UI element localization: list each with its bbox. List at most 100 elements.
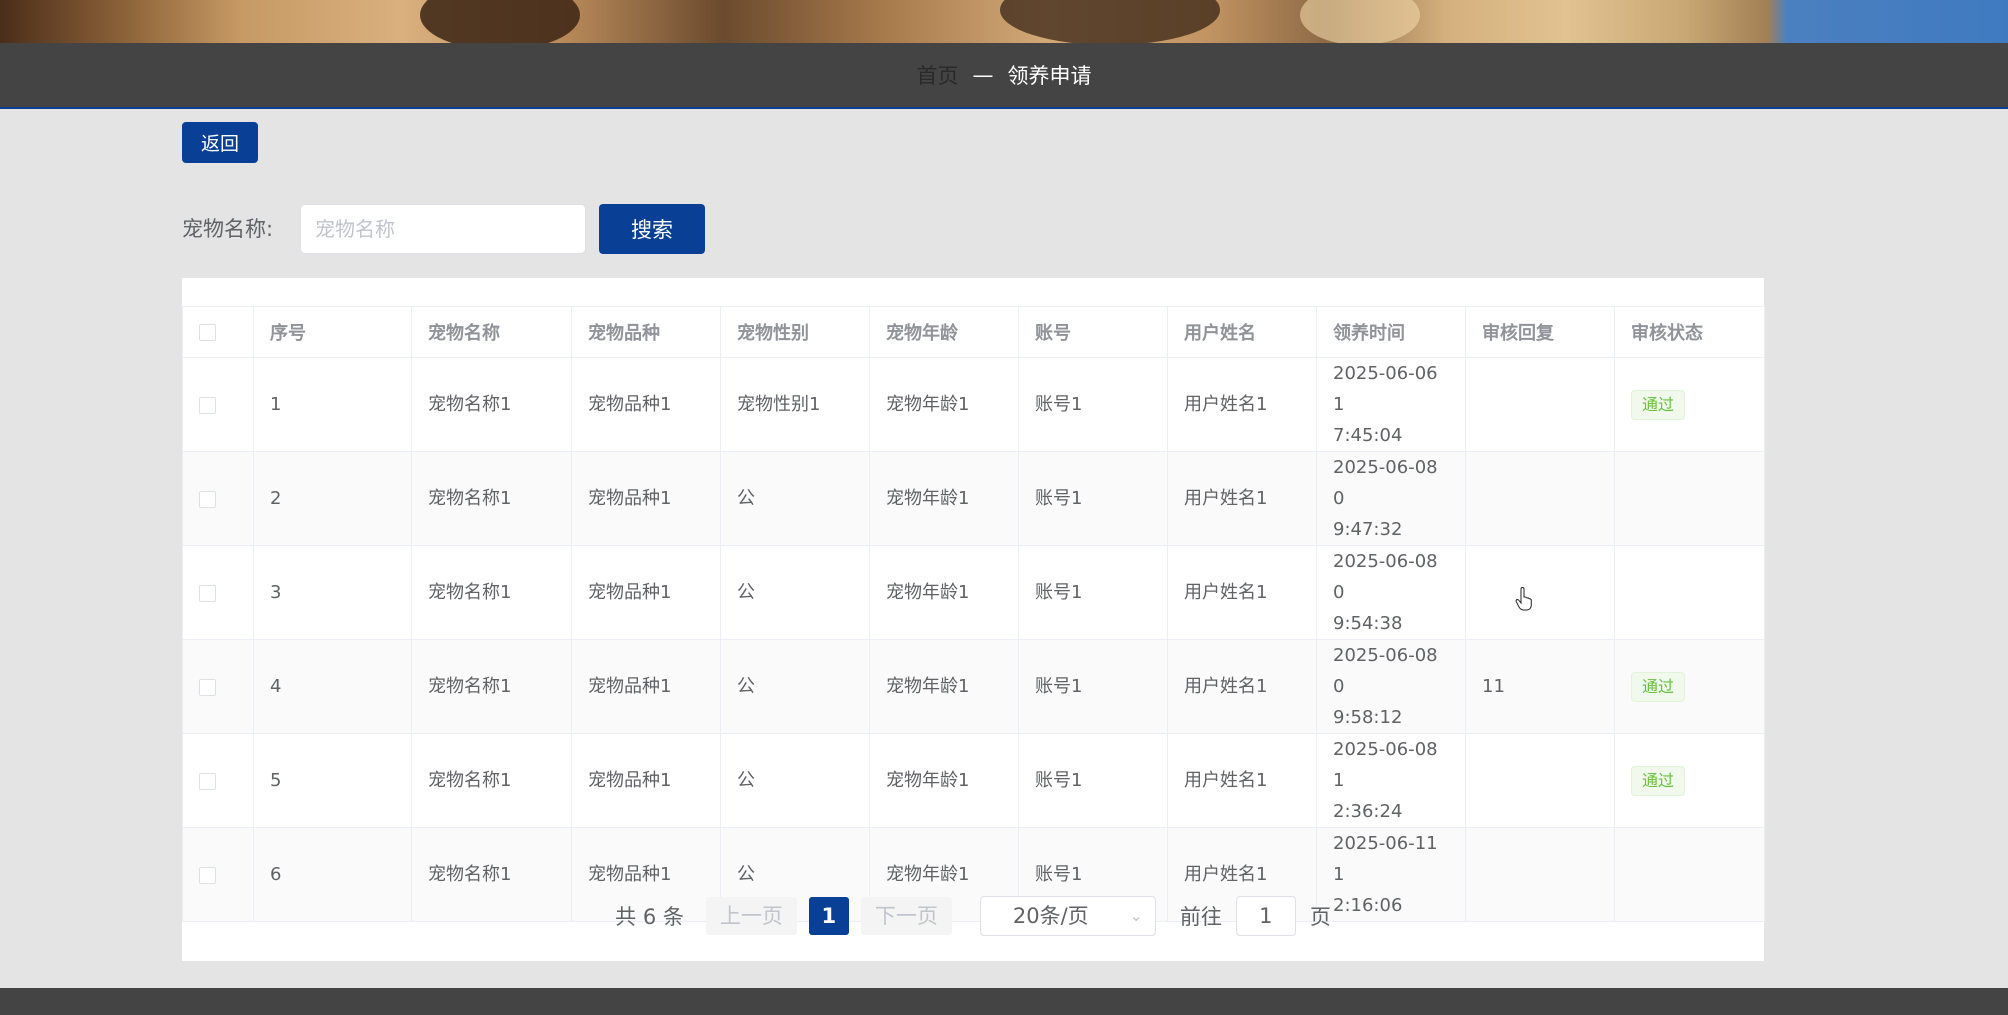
cell-review-status: 通过 (1614, 733, 1765, 828)
cell-index: 2 (253, 451, 412, 546)
cell-adoption-time: 2025-06-08 0 9:47:32 (1316, 451, 1466, 546)
adoption-table: 序号 宠物名称 宠物品种 宠物性别 宠物年龄 账号 用户姓名 领养时间 审核回复… (182, 306, 1765, 922)
cell-age: 宠物年龄1 (869, 545, 1019, 640)
cell-adoption-time: 2025-06-08 0 9:58:12 (1316, 639, 1466, 734)
header-gender: 宠物性别 (720, 306, 870, 358)
cell-adoption-time: 2025-06-06 1 7:45:04 (1316, 357, 1466, 452)
cell-gender: 公 (720, 733, 870, 828)
breadcrumb-home[interactable]: 首页 (917, 60, 959, 90)
prev-page-button[interactable]: 上一页 (705, 897, 797, 935)
cell-gender: 公 (720, 545, 870, 640)
cell-user-name: 用户姓名1 (1167, 733, 1317, 828)
search-button[interactable]: 搜索 (599, 204, 705, 254)
cell-review-reply (1465, 733, 1615, 828)
cell-age: 宠物年龄1 (869, 451, 1019, 546)
header-review-status: 审核状态 (1614, 306, 1765, 358)
breadcrumb-separator: — (972, 63, 994, 87)
select-all-checkbox[interactable] (199, 324, 216, 341)
row-checkbox[interactable] (199, 772, 216, 790)
cell-pet-name: 宠物名称1 (411, 357, 572, 452)
time-line-1: 2025-06-08 0 (1333, 645, 1438, 697)
cell-breed: 宠物品种1 (571, 733, 721, 828)
table-panel: 序号 宠物名称 宠物品种 宠物性别 宠物年龄 账号 用户姓名 领养时间 审核回复… (182, 278, 1765, 961)
breadcrumb-current: 领养申请 (1007, 64, 1092, 88)
cell-index: 5 (253, 733, 412, 828)
header-pet-name: 宠物名称 (411, 306, 572, 358)
cell-age: 宠物年龄1 (869, 357, 1019, 452)
cell-gender: 公 (720, 451, 870, 546)
cell-review-reply: 11 (1465, 639, 1615, 734)
page-suffix: 页 (1309, 905, 1331, 929)
header-age: 宠物年龄 (869, 306, 1019, 358)
cell-breed: 宠物品种1 (571, 639, 721, 734)
cell-pet-name: 宠物名称1 (411, 545, 572, 640)
table-row[interactable]: 5 宠物名称1 宠物品种1 公宠物年龄1 账号1 用户姓名1 2025-06-08 1 2:3… (182, 733, 1765, 828)
back-button[interactable]: 返回 (182, 122, 258, 163)
cell-breed: 宠物品种1 (571, 357, 721, 452)
time-line-1: 2025-06-06 1 (1333, 363, 1438, 415)
goto-label: 前往 (1179, 905, 1222, 929)
cell-pet-name: 宠物名称1 (411, 733, 572, 828)
cell-user-name: 用户姓名1 (1167, 639, 1317, 734)
table-row[interactable]: 1 宠物名称1 宠物品种1 宠物性别1 宠物年龄1 账号1 用户姓名1 2025-06-06 … (182, 357, 1765, 452)
table-row[interactable]: 4 宠物名称1 宠物品种1 公宠物年龄1 账号1 用户姓名1 2025-06-08 0 9:5… (182, 639, 1765, 734)
header-user-name: 用户姓名 (1167, 306, 1317, 358)
cell-gender: 公 (720, 639, 870, 734)
row-checkbox[interactable] (199, 584, 216, 602)
cell-user-name: 用户姓名1 (1167, 357, 1317, 452)
page-size-value: 20条/页 (1012, 904, 1089, 928)
row-select-cell[interactable] (182, 545, 254, 640)
breadcrumb-bar: 首页 — 领养申请 (0, 43, 2008, 109)
cell-review-status (1614, 545, 1765, 640)
time-line-1: 2025-06-08 0 (1333, 457, 1438, 509)
page-number-button[interactable]: 1 (808, 897, 849, 935)
pagination: 共 6 条 上一页 1 下一页 20条/页 ⌄ 前往 1 页 (182, 896, 1764, 936)
row-checkbox[interactable] (199, 490, 216, 508)
cell-adoption-time: 2025-06-08 1 2:36:24 (1316, 733, 1466, 828)
header-adoption-time: 领养时间 (1316, 306, 1466, 358)
row-select-cell[interactable] (182, 451, 254, 546)
time-line-2: 9:54:38 (1333, 613, 1403, 634)
row-select-cell[interactable] (182, 357, 254, 452)
header-banner-image (0, 0, 2008, 43)
page-size-select[interactable]: 20条/页 ⌄ (979, 896, 1156, 936)
row-checkbox[interactable] (199, 678, 216, 696)
row-select-cell[interactable] (182, 733, 254, 828)
next-page-button[interactable]: 下一页 (860, 897, 952, 935)
time-line-1: 2025-06-08 1 (1333, 739, 1438, 791)
cell-adoption-time: 2025-06-08 0 9:54:38 (1316, 545, 1466, 640)
time-line-2: 7:45:04 (1333, 425, 1403, 446)
cell-pet-name: 宠物名称1 (411, 451, 572, 546)
row-checkbox[interactable] (199, 396, 216, 414)
row-select-cell[interactable] (182, 639, 254, 734)
cell-review-reply (1465, 357, 1615, 452)
search-label: 宠物名称: (182, 217, 274, 241)
cell-pet-name: 宠物名称1 (411, 639, 572, 734)
cell-index: 3 (253, 545, 412, 640)
cell-review-reply (1465, 545, 1615, 640)
hand-cursor-icon (1515, 587, 1532, 611)
cell-account: 账号1 (1018, 451, 1168, 546)
pet-name-search-input[interactable] (300, 204, 586, 254)
cell-review-status: 通过 (1614, 357, 1765, 452)
row-checkbox[interactable] (199, 866, 216, 884)
cell-age: 宠物年龄1 (869, 639, 1019, 734)
status-badge: 通过 (1631, 672, 1686, 702)
pagination-total: 共 6 条 (615, 905, 684, 929)
footer-bar (0, 988, 2008, 1015)
select-all-cell[interactable] (182, 306, 254, 358)
cell-index: 1 (253, 357, 412, 452)
table-row[interactable]: 2 宠物名称1 宠物品种1 公宠物年龄1 账号1 用户姓名1 2025-06-08 0 9:4… (182, 451, 1765, 546)
table-header-row: 序号 宠物名称 宠物品种 宠物性别 宠物年龄 账号 用户姓名 领养时间 审核回复… (182, 306, 1765, 358)
cell-account: 账号1 (1018, 733, 1168, 828)
status-badge: 通过 (1631, 390, 1686, 420)
goto-page-input[interactable]: 1 (1235, 896, 1296, 936)
cell-user-name: 用户姓名1 (1167, 545, 1317, 640)
cell-account: 账号1 (1018, 639, 1168, 734)
cell-review-status: 通过 (1614, 639, 1765, 734)
cell-account: 账号1 (1018, 357, 1168, 452)
cell-review-reply (1465, 451, 1615, 546)
time-line-2: 9:58:12 (1333, 707, 1403, 728)
header-breed: 宠物品种 (571, 306, 721, 358)
header-account: 账号 (1018, 306, 1168, 358)
